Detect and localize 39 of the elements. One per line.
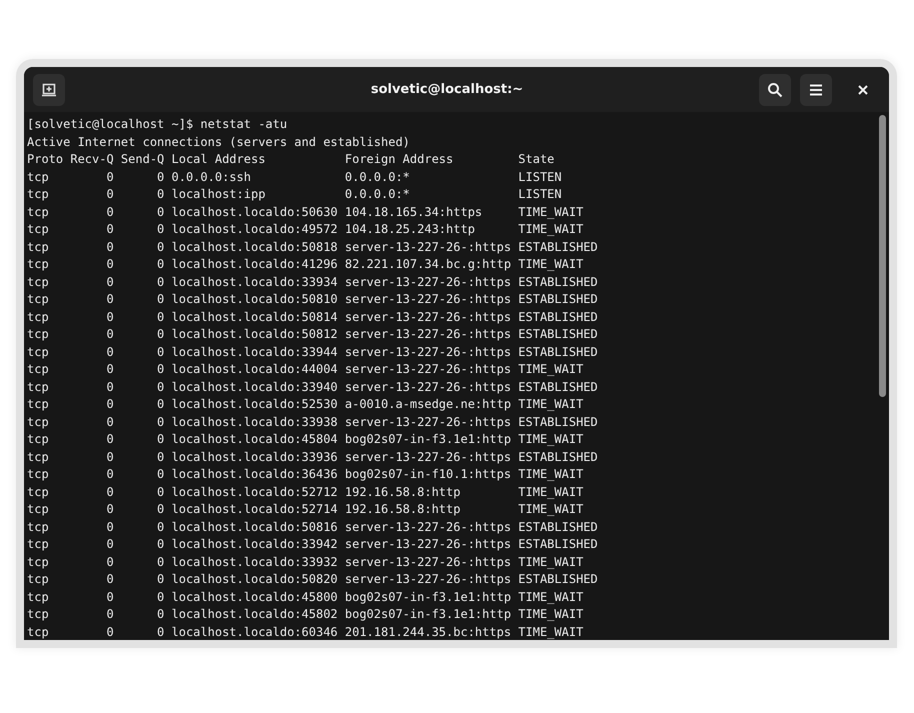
new-tab-button[interactable] <box>33 74 65 106</box>
terminal-line: tcp 0 0 localhost.localdo:44004 server-13-227-26-:https TIME_WAIT <box>27 361 584 378</box>
terminal-line: tcp 0 0 localhost.localdo:50818 server-13-227-26-:https ESTABLISHED <box>27 238 598 256</box>
search-icon <box>767 82 783 98</box>
close-icon <box>858 84 868 94</box>
terminal-line: Proto Recv-Q Send-Q Local Address Foreign Address State <box>27 151 554 168</box>
terminal-line: tcp 0 0 localhost.localdo:50814 server-13-227-26-:https ESTABLISHED <box>27 308 598 326</box>
terminal-line: tcp 0 0 localhost.localdo:33942 server-13-227-26-:https ESTABLISHED <box>27 536 598 553</box>
terminal-line: tcp 0 0 localhost.localdo:33932 server-13-227-26-:https TIME_WAIT <box>27 554 584 571</box>
terminal-line: tcp 0 0 localhost.localdo:33934 server-13-227-26-:https ESTABLISHED <box>27 274 598 290</box>
terminal-line: tcp 0 0 localhost.localdo:50820 server-13-227-26-:https ESTABLISHED <box>27 571 598 588</box>
window-title: solvetic@localhost:~ <box>370 82 524 97</box>
scrollbar-thumb[interactable] <box>878 115 886 397</box>
menu-button[interactable] <box>800 74 832 106</box>
terminal-line: tcp 0 0 localhost.localdo:52712 192.16.58.8:http TIME_WAIT <box>27 484 584 501</box>
terminal-line: tcp 0 0 localhost.localdo:45804 bog02s07-in-f3.1e1:http TIME_WAIT <box>27 431 584 448</box>
terminal-line: tcp 0 0 localhost.localdo:45802 bog02s07-in-f3.1e1:http TIME_WAIT <box>27 606 584 623</box>
new-tab-icon <box>41 82 57 98</box>
terminal-line: tcp 0 0 localhost.localdo:52530 a-0010.a-msedge.ne:http TIME_WAIT <box>27 396 584 413</box>
terminal-line: tcp 0 0 localhost.localdo:50812 server-13-227-26-:https ESTABLISHED <box>27 326 598 343</box>
terminal-line: tcp 0 0 0.0.0.0:ssh 0.0.0.0:* LISTEN <box>27 168 562 186</box>
terminal-line: tcp 0 0 localhost:ipp 0.0.0.0:* LISTEN <box>27 186 562 203</box>
terminal-line: tcp 0 0 localhost.localdo:33940 server-13-227-26-:https ESTABLISHED <box>27 378 598 396</box>
terminal-line: tcp 0 0 localhost.localdo:33944 server-13-227-26-:https ESTABLISHED <box>27 344 598 360</box>
terminal-line: tcp 0 0 localhost.localdo:50630 104.18.165.34:https TIME_WAIT <box>27 204 584 221</box>
terminal-line: tcp 0 0 localhost.localdo:60346 201.181.244.35.bc:https TIME_WAIT <box>27 624 584 640</box>
terminal-line: tcp 0 0 localhost.localdo:33936 server-13-227-26-:https ESTABLISHED <box>27 448 598 466</box>
terminal-line: tcp 0 0 localhost.localdo:41296 82.221.107.34.bc.g:http TIME_WAIT <box>27 256 584 273</box>
terminal-line: tcp 0 0 localhost.localdo:45800 bog02s07-in-f3.1e1:http TIME_WAIT <box>27 588 584 606</box>
terminal-line: Active Internet connections (servers and established) <box>27 134 410 150</box>
terminal-line: tcp 0 0 localhost.localdo:52714 192.16.58.8:http TIME_WAIT <box>27 501 584 518</box>
terminal-line: [solvetic@localhost ~]$ netstat -atu <box>27 116 288 133</box>
terminal-line: tcp 0 0 localhost.localdo:50810 server-13-227-26-:https ESTABLISHED <box>27 291 598 308</box>
search-button[interactable] <box>759 74 791 106</box>
menu-icon <box>809 84 823 96</box>
terminal-line: tcp 0 0 localhost.localdo:36436 bog02s07-in-f10.1:https TIME_WAIT <box>27 466 584 483</box>
terminal-line: tcp 0 0 localhost.localdo:33938 server-13-227-26-:https ESTABLISHED <box>27 414 598 430</box>
terminal-line: tcp 0 0 localhost.localdo:50816 server-13-227-26-:https ESTABLISHED <box>27 518 598 536</box>
terminal-line: tcp 0 0 localhost.localdo:49572 104.18.25.243:http TIME_WAIT <box>27 221 584 238</box>
